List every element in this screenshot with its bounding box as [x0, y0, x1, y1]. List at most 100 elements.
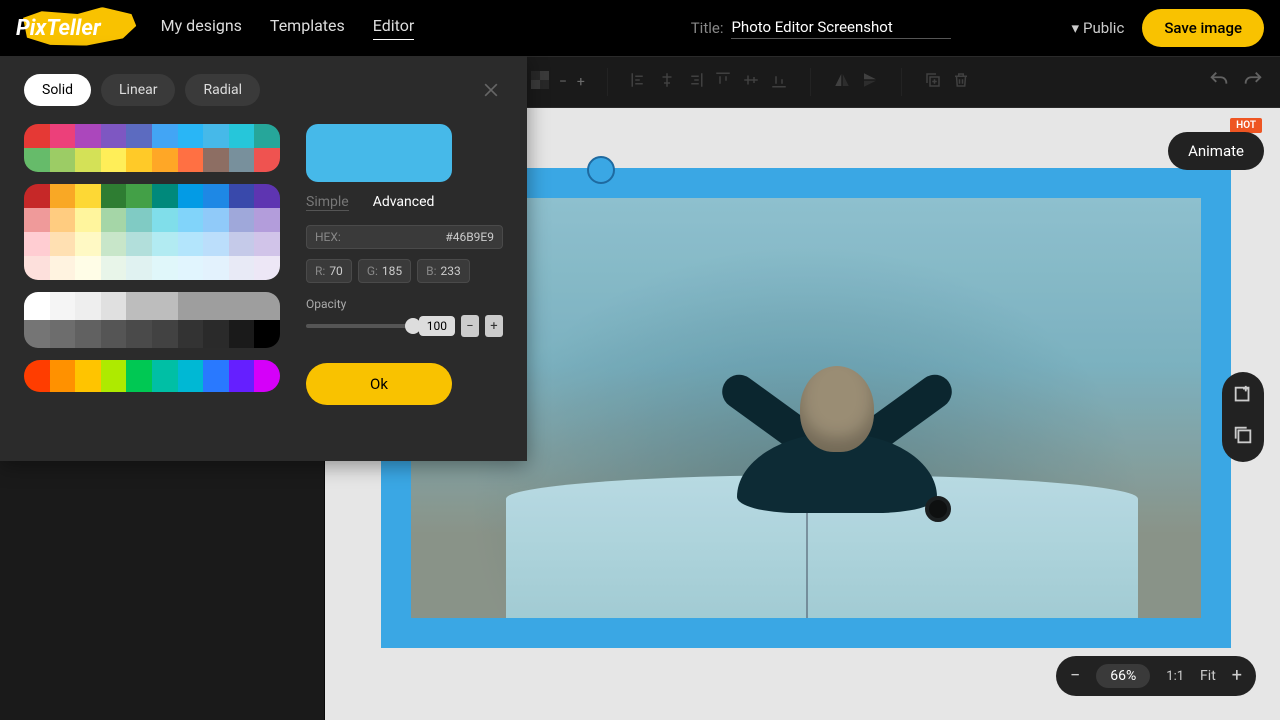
swatch[interactable] — [126, 184, 152, 208]
swatch[interactable] — [178, 256, 204, 280]
nav-editor[interactable]: Editor — [373, 16, 414, 40]
swatch[interactable] — [50, 124, 76, 148]
layers-panel-toggle[interactable] — [1222, 372, 1264, 462]
align-bottom-icon[interactable] — [770, 71, 788, 93]
swatch[interactable] — [50, 292, 76, 320]
transparency-icon[interactable] — [531, 71, 549, 93]
align-center-v-icon[interactable] — [742, 71, 760, 93]
swatch[interactable] — [229, 256, 255, 280]
b-field[interactable]: B:233 — [417, 259, 470, 283]
swatch[interactable] — [254, 208, 280, 232]
swatch[interactable] — [101, 232, 127, 256]
swatch[interactable] — [203, 232, 229, 256]
swatch[interactable] — [229, 360, 255, 392]
history-undo-icon[interactable] — [1208, 69, 1230, 95]
swatch[interactable] — [126, 292, 152, 320]
opacity-increase[interactable]: + — [485, 315, 503, 337]
swatch[interactable] — [229, 184, 255, 208]
swatch[interactable] — [101, 148, 127, 172]
flip-horizontal-icon[interactable] — [833, 71, 851, 93]
swatch[interactable] — [229, 320, 255, 348]
mode-simple[interactable]: Simple — [306, 194, 349, 211]
palette-gray[interactable] — [24, 292, 280, 348]
swatch[interactable] — [24, 148, 50, 172]
swatch[interactable] — [50, 320, 76, 348]
swatch[interactable] — [126, 148, 152, 172]
align-left-icon[interactable] — [630, 71, 648, 93]
swatch[interactable] — [178, 320, 204, 348]
fill-tab-solid[interactable]: Solid — [24, 74, 91, 106]
swatch[interactable] — [24, 320, 50, 348]
swatch[interactable] — [101, 292, 127, 320]
swatch[interactable] — [101, 360, 127, 392]
swatch[interactable] — [254, 184, 280, 208]
zoom-fit-button[interactable]: Fit — [1200, 669, 1216, 683]
zoom-actual-button[interactable]: 1:1 — [1166, 670, 1184, 683]
swatch[interactable] — [24, 124, 50, 148]
swatch[interactable] — [152, 256, 178, 280]
nav-my-designs[interactable]: My designs — [161, 16, 242, 40]
swatch[interactable] — [229, 232, 255, 256]
swatch[interactable] — [126, 256, 152, 280]
swatch[interactable] — [229, 208, 255, 232]
swatch[interactable] — [126, 320, 152, 348]
align-center-h-icon[interactable] — [658, 71, 676, 93]
swatch[interactable] — [229, 292, 255, 320]
swatch[interactable] — [50, 208, 76, 232]
swatch[interactable] — [203, 292, 229, 320]
swatch[interactable] — [152, 124, 178, 148]
swatch[interactable] — [101, 320, 127, 348]
opacity-decrease[interactable]: − — [461, 315, 479, 337]
nav-templates[interactable]: Templates — [270, 16, 345, 40]
swatch[interactable] — [254, 256, 280, 280]
swatch[interactable] — [50, 256, 76, 280]
swatch[interactable] — [24, 292, 50, 320]
swatch[interactable] — [126, 124, 152, 148]
logo[interactable]: PixTeller — [16, 16, 101, 41]
swatch[interactable] — [75, 148, 101, 172]
hex-field[interactable]: HEX: #46B9E9 — [306, 225, 503, 249]
swatch[interactable] — [101, 256, 127, 280]
palette-strip[interactable] — [24, 360, 280, 392]
swatch[interactable] — [152, 292, 178, 320]
r-field[interactable]: R:70 — [306, 259, 352, 283]
swatch[interactable] — [75, 208, 101, 232]
ok-button[interactable]: Ok — [306, 363, 452, 405]
swatch[interactable] — [75, 232, 101, 256]
swatch[interactable] — [254, 148, 280, 172]
swatch[interactable] — [24, 232, 50, 256]
swatch[interactable] — [178, 184, 204, 208]
swatch[interactable] — [152, 184, 178, 208]
swatch[interactable] — [254, 360, 280, 392]
swatch[interactable] — [101, 124, 127, 148]
history-redo-icon[interactable] — [1242, 69, 1264, 95]
swatch[interactable] — [254, 232, 280, 256]
zoom-percent[interactable]: 66% — [1096, 664, 1150, 688]
mode-advanced[interactable]: Advanced — [373, 194, 435, 211]
swatch[interactable] — [203, 124, 229, 148]
swatch[interactable] — [101, 184, 127, 208]
swatch[interactable] — [50, 184, 76, 208]
swatch[interactable] — [152, 360, 178, 392]
swatch[interactable] — [203, 208, 229, 232]
title-input[interactable]: Photo Editor Screenshot — [731, 18, 951, 39]
close-icon[interactable] — [479, 78, 503, 102]
swatch[interactable] — [178, 148, 204, 172]
g-field[interactable]: G:185 — [358, 259, 411, 283]
duplicate-icon[interactable] — [924, 71, 942, 93]
swatch[interactable] — [75, 124, 101, 148]
delete-icon[interactable] — [952, 71, 970, 93]
swatch[interactable] — [24, 184, 50, 208]
swatch[interactable] — [178, 208, 204, 232]
swatch[interactable] — [126, 208, 152, 232]
zoom-minus[interactable]: − — [559, 74, 567, 90]
swatch[interactable] — [203, 148, 229, 172]
zoom-out-button[interactable]: − — [1070, 667, 1080, 685]
palette-pastel[interactable] — [24, 184, 280, 280]
opacity-value[interactable]: 100 — [419, 316, 455, 336]
swatch[interactable] — [50, 360, 76, 392]
swatch[interactable] — [24, 208, 50, 232]
visibility-dropdown[interactable]: ▾ Public — [1071, 19, 1124, 37]
align-right-icon[interactable] — [686, 71, 704, 93]
palette-vivid[interactable] — [24, 124, 280, 172]
